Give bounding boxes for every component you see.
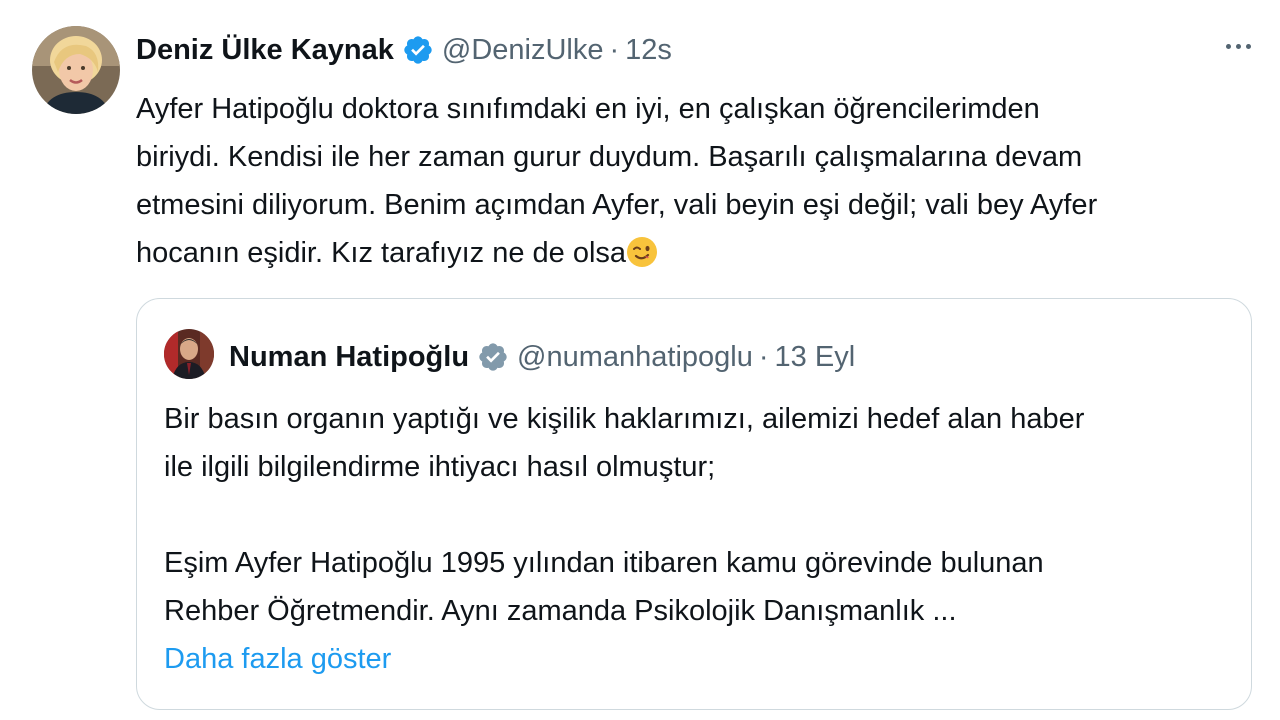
tweet-line: Ayfer Hatipoğlu doktora sınıfımdaki en i… bbox=[136, 93, 1040, 125]
verified-badge-icon[interactable] bbox=[402, 34, 434, 66]
quoted-author-name[interactable]: Numan Hatipoğlu bbox=[229, 341, 469, 374]
tweet-line: etmesini diliyorum. Benim açımdan Ayfer,… bbox=[136, 189, 1098, 221]
winking-face-icon bbox=[626, 235, 658, 267]
quoted-avatar[interactable] bbox=[164, 329, 214, 379]
tweet-text: Ayfer Hatipoğlu doktora sınıfımdaki en i… bbox=[136, 85, 1246, 277]
dot-separator: · bbox=[758, 340, 769, 373]
author-handle[interactable]: @DenizUlke bbox=[442, 34, 604, 67]
quoted-author-handle[interactable]: @numanhatipoglu bbox=[517, 341, 753, 374]
more-horizontal-icon[interactable] bbox=[1216, 30, 1260, 62]
tweet-header: Deniz Ülke Kaynak @DenizUlke · 12s bbox=[136, 30, 672, 70]
author-name[interactable]: Deniz Ülke Kaynak bbox=[136, 34, 394, 67]
tweet-line: hocanın eşidir. Kız tarafıyız ne de olsa bbox=[136, 237, 627, 269]
tweet[interactable]: Deniz Ülke Kaynak @DenizUlke · 12s Ayfer… bbox=[0, 0, 1280, 720]
quoted-line: Rehber Öğretmendir. Aynı zamanda Psikolo… bbox=[164, 595, 957, 627]
quoted-text: Bir basın organın yaptığı ve kişilik hak… bbox=[164, 395, 1234, 683]
quoted-avatar-image bbox=[164, 329, 214, 379]
avatar-image bbox=[32, 26, 120, 114]
avatar[interactable] bbox=[32, 26, 120, 114]
quoted-timestamp[interactable]: 13 Eyl bbox=[775, 341, 856, 374]
tweet-line: biriydi. Kendisi ile her zaman gurur duy… bbox=[136, 141, 1083, 173]
dot-separator: · bbox=[609, 33, 620, 66]
quoted-tweet[interactable]: Numan Hatipoğlu @numanhatipoglu · 13 Eyl… bbox=[136, 298, 1252, 710]
timestamp[interactable]: 12s bbox=[625, 34, 672, 67]
gray-verified-badge-icon[interactable] bbox=[477, 341, 509, 373]
quoted-line: Bir basın organın yaptığı ve kişilik hak… bbox=[164, 403, 1085, 435]
tweet-line-last: hocanın eşidir. Kız tarafıyız ne de olsa bbox=[136, 229, 1246, 277]
quoted-line: Eşim Ayfer Hatipoğlu 1995 yılından itiba… bbox=[164, 547, 1044, 579]
show-more-link[interactable]: Daha fazla göster bbox=[164, 643, 391, 675]
quoted-header: Numan Hatipoğlu @numanhatipoglu · 13 Eyl bbox=[229, 337, 855, 377]
quoted-line: ile ilgili bilgilendirme ihtiyacı hasıl … bbox=[164, 451, 716, 483]
